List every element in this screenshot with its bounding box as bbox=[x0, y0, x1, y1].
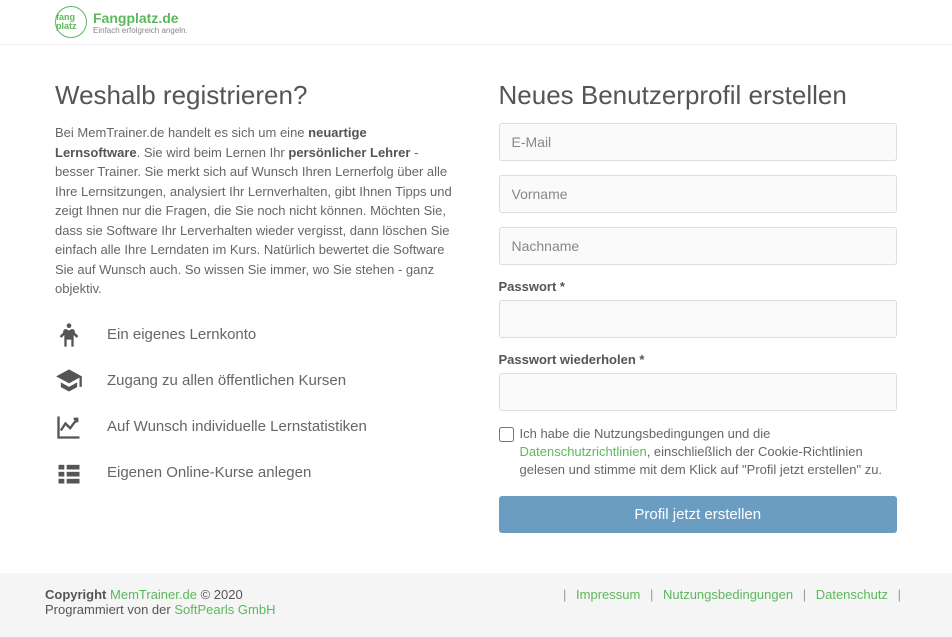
terms-checkbox[interactable] bbox=[499, 427, 514, 442]
lastname-field[interactable] bbox=[499, 227, 898, 265]
person-icon bbox=[55, 321, 83, 349]
feature-label: Zugang zu allen öffentlichen Kursen bbox=[107, 372, 346, 389]
password-repeat-field[interactable] bbox=[499, 373, 898, 411]
logo-link[interactable]: fang platz Fangplatz.de Einfach erfolgre… bbox=[55, 6, 188, 38]
submit-button[interactable]: Profil jetzt erstellen bbox=[499, 496, 898, 533]
list-icon bbox=[55, 459, 83, 487]
footer: Copyright MemTrainer.de © 2020 Programmi… bbox=[0, 573, 952, 637]
password-repeat-label: Passwort wiederholen * bbox=[499, 352, 898, 367]
feature-label: Ein eigenes Lernkonto bbox=[107, 326, 256, 343]
firstname-field[interactable] bbox=[499, 175, 898, 213]
nutzungs-link[interactable]: Nutzungsbedingungen bbox=[663, 587, 793, 602]
email-field[interactable] bbox=[499, 123, 898, 161]
graduation-cap-icon bbox=[55, 367, 83, 395]
left-column: Weshalb registrieren? Bei MemTrainer.de … bbox=[55, 80, 454, 533]
feature-item: Zugang zu allen öffentlichen Kursen bbox=[55, 367, 454, 395]
feature-item: Eigenen Online-Kurse anlegen bbox=[55, 459, 454, 487]
datenschutz-link[interactable]: Datenschutz bbox=[816, 587, 888, 602]
chart-line-icon bbox=[55, 413, 83, 441]
privacy-link[interactable]: Datenschutzrichtlinien bbox=[520, 444, 647, 459]
password-label: Passwort * bbox=[499, 279, 898, 294]
feature-item: Ein eigenes Lernkonto bbox=[55, 321, 454, 349]
footer-site-link[interactable]: MemTrainer.de bbox=[110, 587, 197, 602]
logo-name: Fangplatz.de bbox=[93, 10, 188, 26]
content: Weshalb registrieren? Bei MemTrainer.de … bbox=[0, 45, 952, 573]
left-heading: Weshalb registrieren? bbox=[55, 80, 454, 111]
intro-text: Bei MemTrainer.de handelt es sich um ein… bbox=[55, 123, 454, 299]
feature-item: Auf Wunsch individuelle Lernstatistiken bbox=[55, 413, 454, 441]
password-field[interactable] bbox=[499, 300, 898, 338]
footer-left: Copyright MemTrainer.de © 2020 Programmi… bbox=[45, 587, 275, 617]
footer-right: | Impressum | Nutzungsbedingungen | Date… bbox=[557, 587, 907, 617]
header: fang platz Fangplatz.de Einfach erfolgre… bbox=[0, 0, 952, 45]
right-heading: Neues Benutzerprofil erstellen bbox=[499, 80, 898, 111]
impressum-link[interactable]: Impressum bbox=[576, 587, 640, 602]
right-column: Neues Benutzerprofil erstellen Passwort … bbox=[499, 80, 898, 533]
logo-circle: fang platz bbox=[55, 6, 87, 38]
feature-label: Eigenen Online-Kurse anlegen bbox=[107, 464, 311, 481]
logo-tagline: Einfach erfolgreich angeln. bbox=[93, 26, 188, 35]
terms-label: Ich habe die Nutzungsbedingungen und die… bbox=[520, 425, 898, 480]
feature-label: Auf Wunsch individuelle Lernstatistiken bbox=[107, 418, 367, 435]
